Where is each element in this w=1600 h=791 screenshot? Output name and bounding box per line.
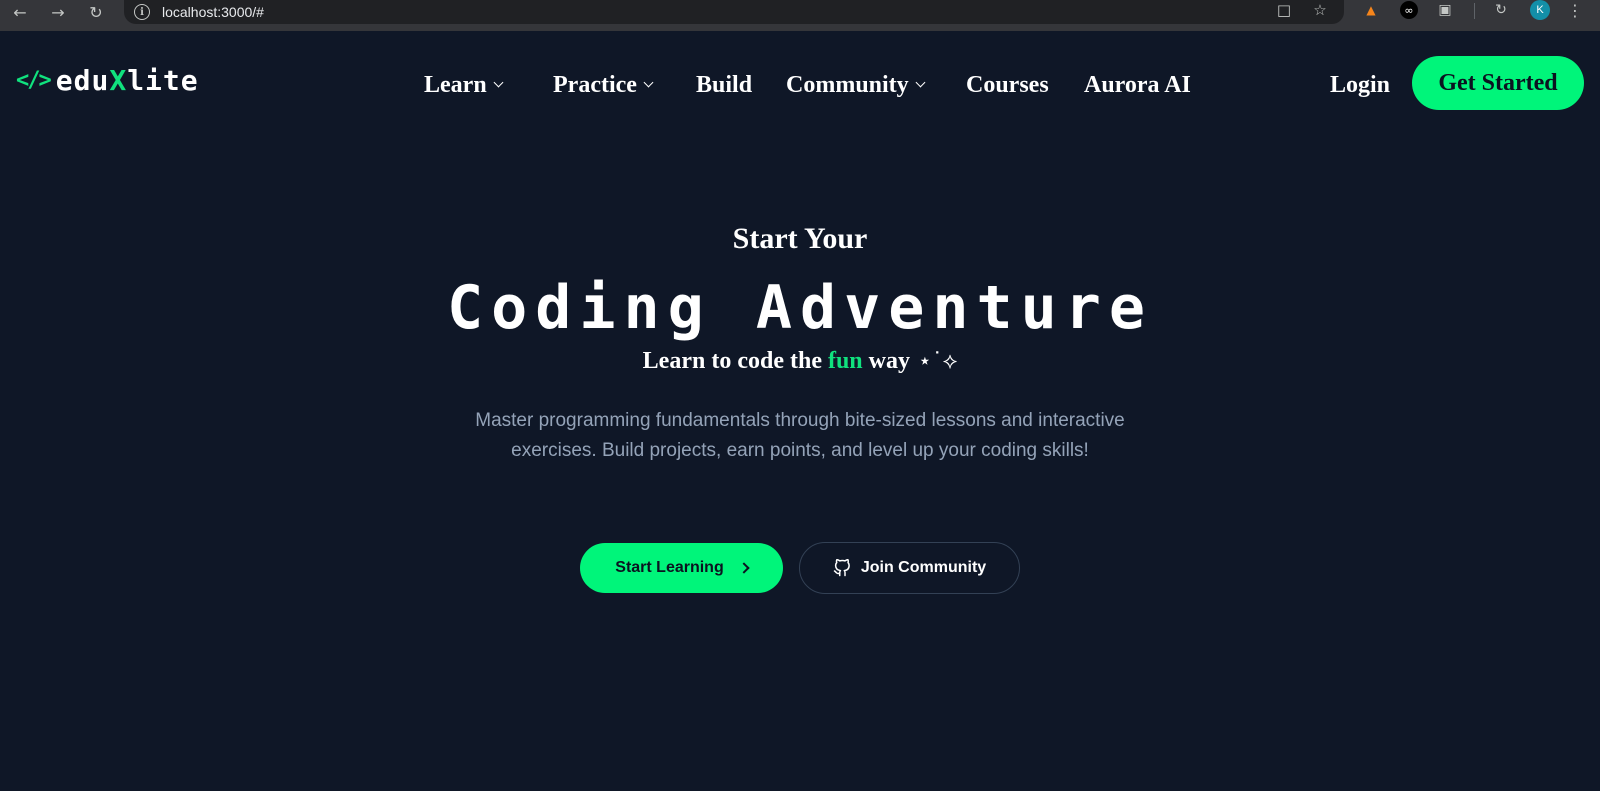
browser-toolbar: ← → ↻ i localhost:3000/# □ ☆ ▲ ∞ ▣ ↻ K ⋮: [0, 0, 1600, 31]
chevron-down-icon: [643, 77, 654, 87]
subtitle-after: way: [868, 348, 910, 374]
start-learning-button[interactable]: Start Learning: [580, 543, 783, 593]
hero-description: Master programming fundamentals through …: [475, 410, 1125, 461]
logo-prefix: edu: [55, 63, 110, 97]
subtitle-highlight: fun: [827, 348, 863, 374]
back-icon[interactable]: ←: [10, 2, 30, 22]
logo-wordmark: eduXlite: [56, 64, 199, 97]
nav-item-build[interactable]: Build: [696, 71, 752, 99]
sparkle-icon: ⋆˙⟡: [918, 349, 958, 374]
nav-item-aurora-ai[interactable]: Aurora AI: [1084, 71, 1191, 99]
nav-item-practice[interactable]: Practice: [553, 71, 654, 99]
hero-subtitle: Learn to code the fun way ⋆˙⟡: [0, 348, 1600, 375]
sync-icon[interactable]: ↻: [1492, 1, 1510, 19]
bookmark-star-icon[interactable]: ☆: [1310, 0, 1330, 20]
url-text[interactable]: localhost:3000/#: [162, 4, 264, 20]
toolbar-divider: [1474, 3, 1475, 19]
chevron-down-icon: [493, 77, 504, 87]
nav-item-community[interactable]: Community: [786, 71, 926, 99]
join-community-label: Join Community: [860, 559, 987, 576]
hero-kicker: Start Your: [732, 222, 868, 255]
nav-item-label: Practice: [553, 71, 637, 98]
login-link[interactable]: Login: [1330, 71, 1390, 99]
profile-avatar[interactable]: K: [1530, 0, 1550, 20]
nav-item-courses[interactable]: Courses: [966, 71, 1049, 99]
nav-item-label: Build: [696, 71, 753, 98]
start-learning-label: Start Learning: [615, 559, 724, 576]
nav-item-label: Learn: [424, 71, 487, 98]
github-icon: [833, 559, 851, 577]
join-community-button[interactable]: Join Community: [799, 542, 1020, 594]
hero-title: Coding Adventure: [447, 273, 1153, 343]
subtitle-before: Learn to code the: [642, 348, 822, 374]
extensions-puzzle-icon[interactable]: ▣: [1436, 1, 1454, 19]
nav-item-label: Community: [786, 71, 909, 98]
code-brackets-icon: </>: [16, 67, 52, 93]
forward-icon[interactable]: →: [48, 2, 68, 22]
reload-icon[interactable]: ↻: [86, 2, 106, 22]
site-navbar: </> eduXlite Learn Practice Build Commun…: [0, 31, 1600, 141]
metamask-extension-icon[interactable]: ▲: [1362, 1, 1380, 19]
nav-item-learn[interactable]: Learn: [424, 71, 504, 99]
nav-item-label: Aurora AI: [1084, 71, 1191, 98]
chevron-down-icon: [915, 77, 926, 87]
logo-highlight: X: [109, 63, 128, 97]
logo-suffix: lite: [127, 63, 199, 97]
nav-item-label: Courses: [966, 71, 1049, 98]
get-started-button[interactable]: Get Started: [1412, 56, 1584, 110]
install-app-icon[interactable]: □: [1274, 0, 1294, 20]
site-logo[interactable]: </> eduXlite: [16, 64, 199, 97]
site-info-icon[interactable]: i: [134, 4, 150, 20]
address-bar[interactable]: i localhost:3000/# □ ☆: [124, 0, 1344, 24]
infinity-extension-icon[interactable]: ∞: [1400, 1, 1418, 19]
chevron-right-icon: [738, 562, 750, 574]
browser-menu-icon[interactable]: ⋮: [1567, 0, 1583, 20]
